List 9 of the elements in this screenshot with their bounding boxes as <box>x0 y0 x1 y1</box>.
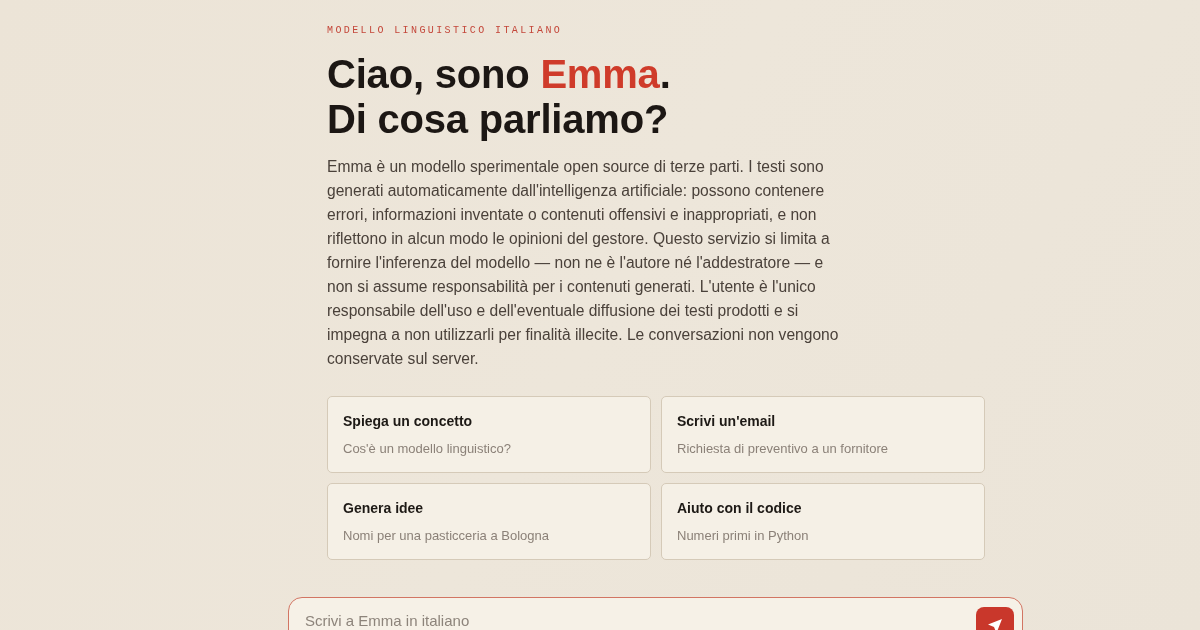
suggestion-card[interactable]: Genera idee Nomi per una pasticceria a Bologna <box>327 483 651 560</box>
message-input[interactable]: Scrivi a Emma in italiano <box>305 612 964 629</box>
suggestion-card[interactable]: Scrivi un'email Richiesta di preventivo a un fornitore <box>661 396 985 473</box>
eyebrow-label: MODELLO LINGUISTICO ITALIANO <box>327 25 563 37</box>
suggestion-card[interactable]: Spiega un concetto Cos'è un modello linguistico? <box>327 396 651 473</box>
disclaimer-text: Emma è un modello sperimentale open source di terze parti. I testi sono generati automaticamente dall'intelligenza artificiale: possono contenere errori, informazioni inventate o contenuti offensivi e inappropriati, e non riflettono in alcun modo le opinioni del gestore. Questo servizio si limita a fornire l'inferenza del modello — non ne è l'autore né l'addestratore — e non si assume responsabilità per i contenuti generati. L'utente è l'unico responsabile dell'uso e dell'eventuale diffusione dei testi prodotti e si impegna a non utilizzarli per finalità illecite. Le conversazioni non vengono conservate sul server. <box>327 157 839 369</box>
suggestion-card[interactable]: Aiuto con il codice Numeri primi in Python <box>661 483 985 560</box>
heading: Ciao, sono Emma. Di cosa parliamo? <box>327 52 671 142</box>
send-icon <box>987 618 1003 630</box>
